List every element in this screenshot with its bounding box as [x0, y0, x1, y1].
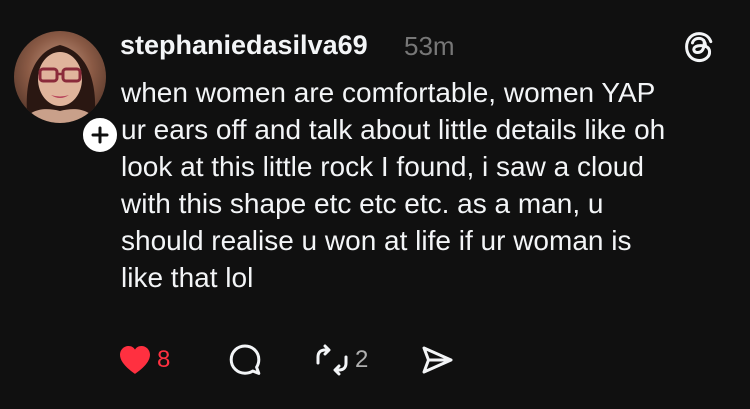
threads-post: stephaniedasilva69 53m when women are co… [0, 0, 750, 409]
post-body-text: when women are comfortable, women YAP ur… [121, 77, 666, 293]
post-header: stephaniedasilva69 53m [120, 26, 720, 66]
post-timestamp: 53m [404, 31, 455, 61]
comment-bubble-icon [229, 344, 261, 375]
like-count: 8 [157, 346, 171, 373]
author-avatar-container [14, 31, 120, 155]
follow-button[interactable] [80, 115, 120, 155]
comment-button[interactable] [228, 340, 262, 380]
share-button[interactable] [420, 340, 454, 380]
repost-arrows-icon [316, 344, 348, 376]
repost-count: 2 [355, 346, 369, 373]
author-username[interactable]: stephaniedasilva69 [120, 30, 368, 61]
heart-icon [120, 346, 150, 374]
threads-logo-icon[interactable] [682, 30, 716, 69]
send-icon [422, 346, 453, 374]
plus-icon [91, 126, 109, 144]
avatar-photo [22, 45, 98, 123]
repost-button[interactable]: 2 [314, 340, 368, 380]
avatar[interactable] [14, 31, 106, 123]
like-button[interactable]: 8 [118, 340, 170, 380]
